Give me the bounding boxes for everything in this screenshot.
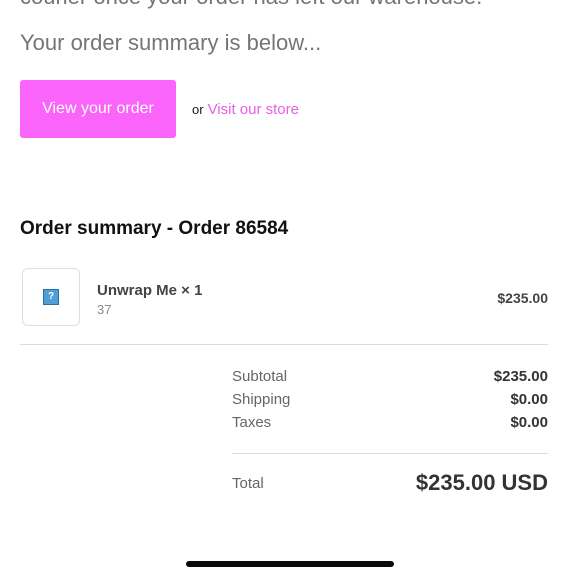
items-divider — [20, 344, 548, 345]
or-text: or — [192, 101, 204, 117]
order-summary-heading: Order summary - Order 86584 — [20, 218, 289, 239]
taxes-value: $0.00 — [510, 414, 548, 431]
item-subtext: 37 — [97, 302, 112, 317]
order-confirmation-page: courier once your order has left our war… — [0, 0, 580, 580]
visit-store-link[interactable]: Visit our store — [208, 101, 299, 118]
item-name: Unwrap Me × 1 — [97, 282, 203, 299]
subtotal-value: $235.00 — [493, 368, 548, 385]
line-item: ? Unwrap Me × 1 37 $235.00 — [20, 268, 548, 328]
taxes-label: Taxes — [232, 414, 272, 431]
total-label: Total — [232, 474, 264, 492]
intro-partial-text: courier once your order has left our war… — [20, 0, 482, 10]
shipping-label: Shipping — [232, 391, 291, 408]
shipping-value: $0.00 — [510, 391, 548, 408]
order-summary-intro: Your order summary is below... — [20, 30, 322, 55]
total-row: Total $235.00 USD — [232, 470, 548, 496]
view-order-button[interactable]: View your order — [20, 80, 176, 138]
shipping-row: Shipping $0.00 — [232, 388, 548, 411]
total-value: $235.00 USD — [415, 470, 548, 495]
totals-divider — [232, 453, 548, 454]
broken-image-icon: ? — [43, 289, 59, 305]
taxes-row: Taxes $0.00 — [232, 411, 548, 434]
totals-table: Subtotal $235.00 Shipping $0.00 Taxes $0… — [232, 365, 548, 434]
item-price: $235.00 — [497, 290, 548, 306]
item-thumbnail[interactable]: ? — [22, 268, 80, 326]
subtotal-row: Subtotal $235.00 — [232, 365, 548, 388]
subtotal-label: Subtotal — [232, 368, 288, 385]
order-actions: View your order or Visit our store — [20, 80, 299, 138]
home-indicator — [186, 561, 394, 567]
